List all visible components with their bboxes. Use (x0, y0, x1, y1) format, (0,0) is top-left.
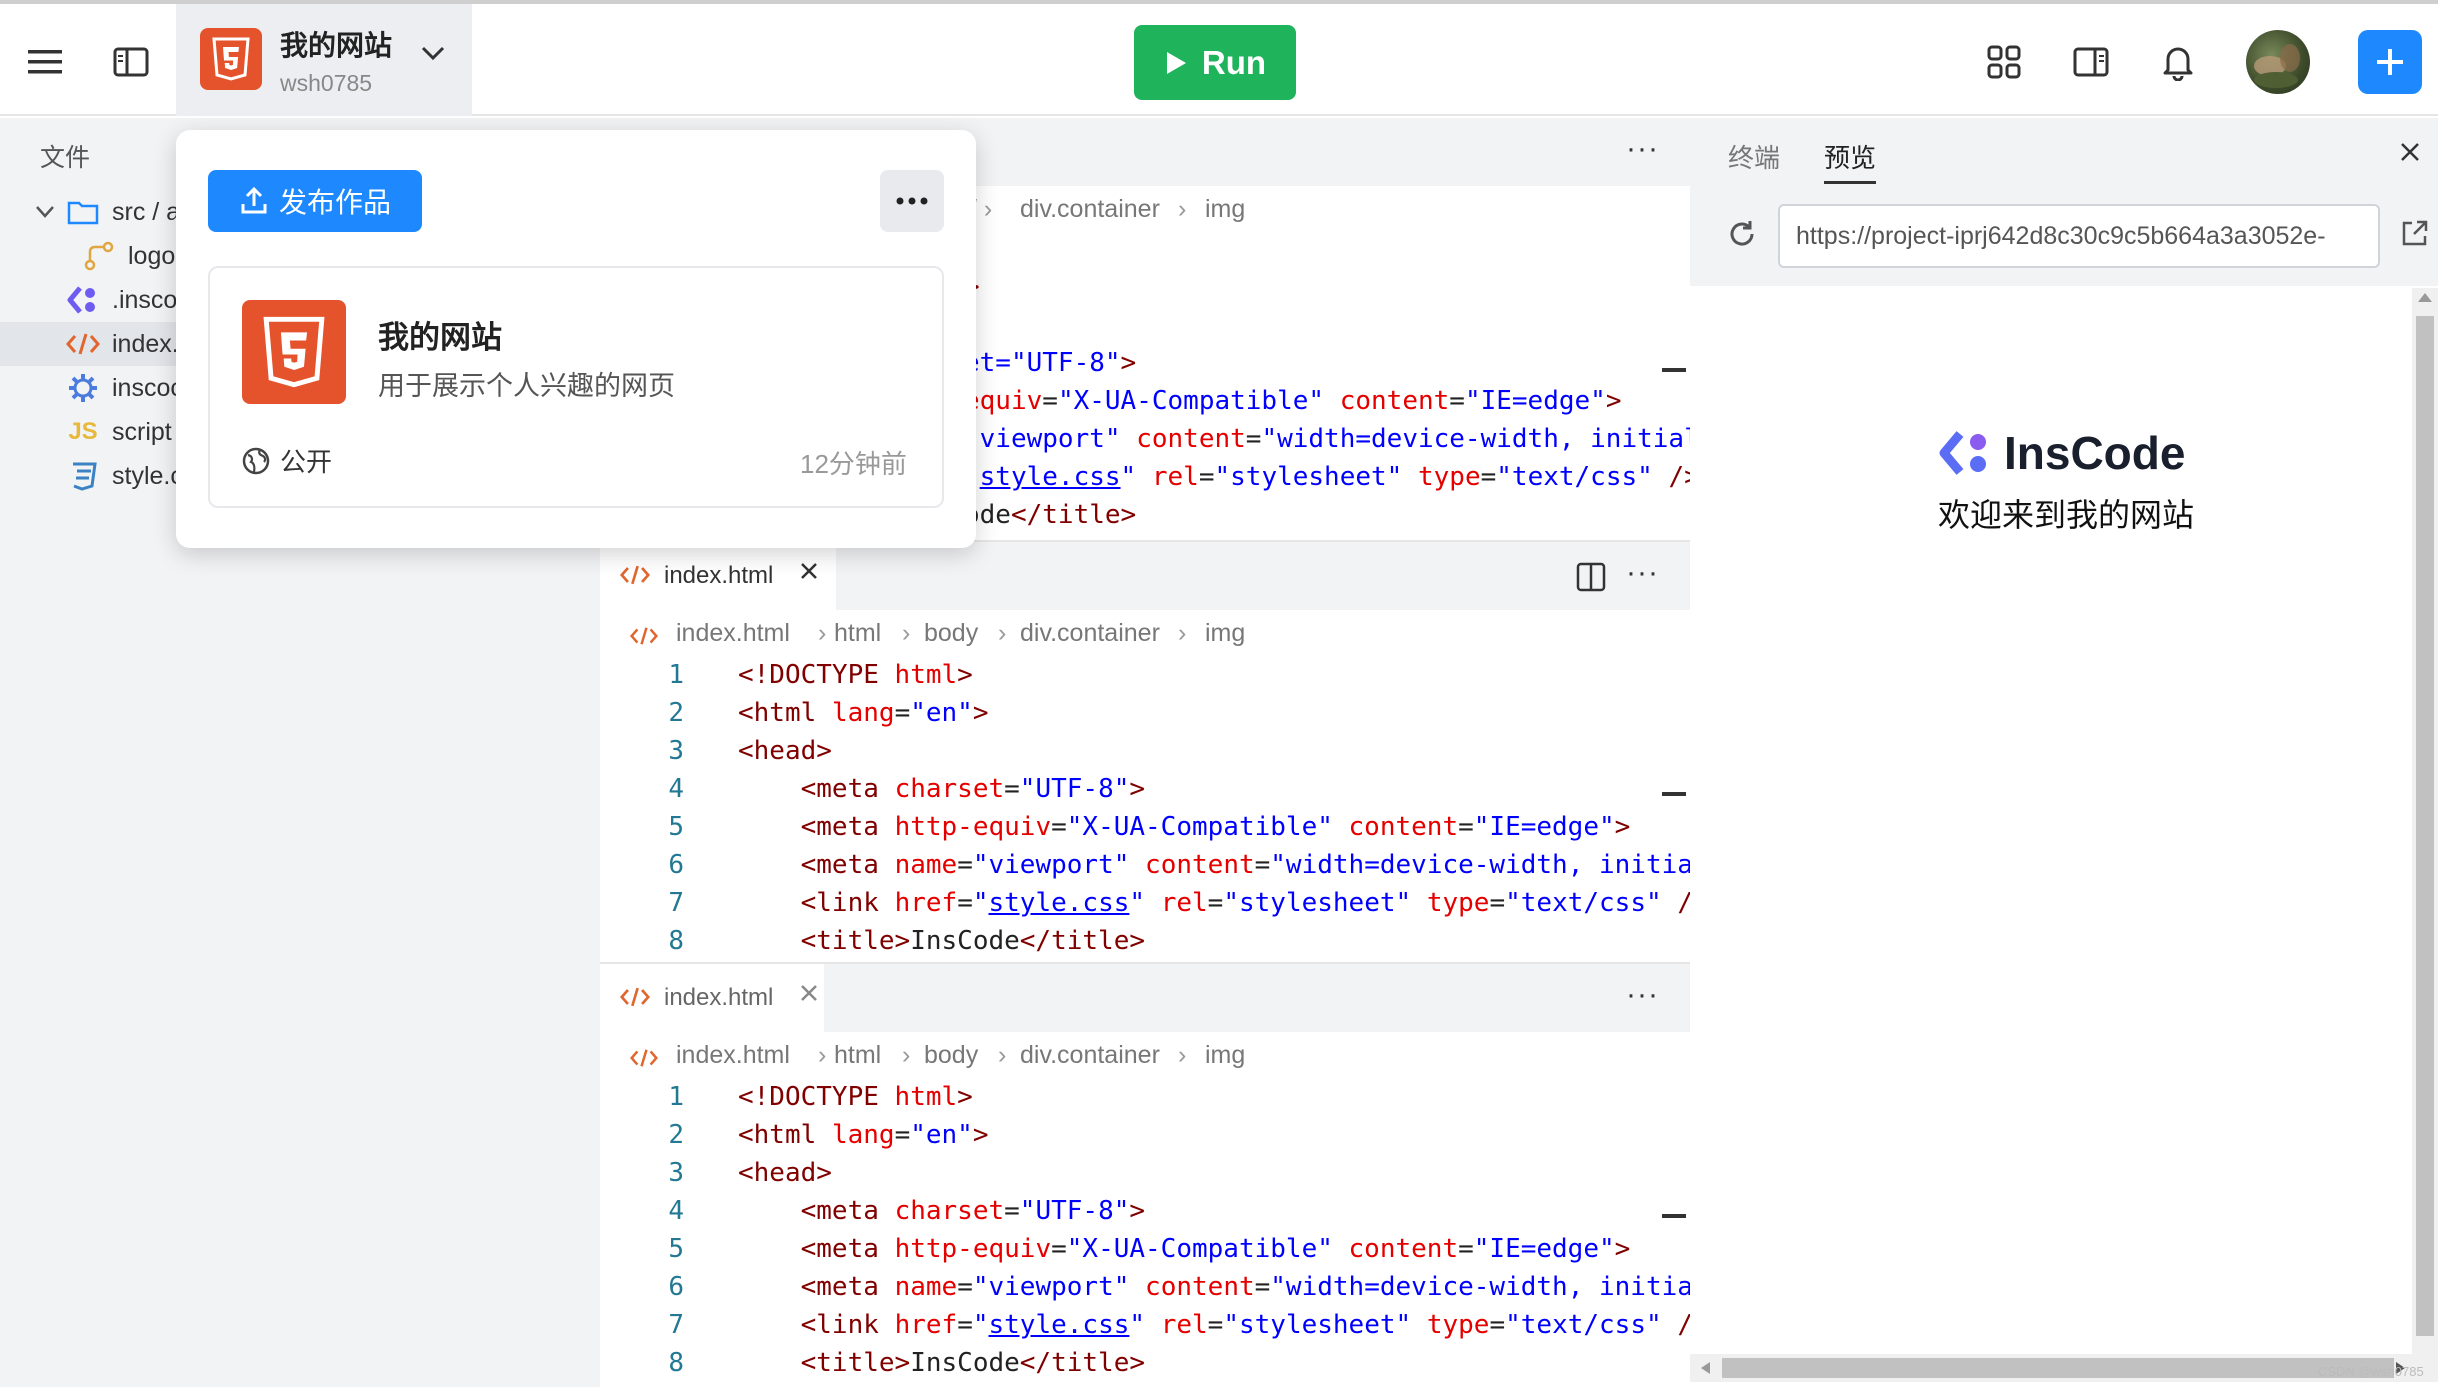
close-icon[interactable] (2398, 140, 2422, 169)
more-actions-icon[interactable]: ··· (1626, 978, 1659, 1012)
split-editor-icon[interactable] (1576, 562, 1606, 597)
hamburger-menu-icon[interactable] (22, 24, 68, 100)
more-dots-icon (896, 197, 928, 205)
git-branch-icon (82, 239, 116, 273)
card-description: 用于展示个人兴趣的网页 (378, 371, 675, 401)
sidebar-toggle-icon[interactable] (108, 24, 154, 100)
publish-button[interactable]: 发布作品 (208, 170, 422, 232)
code-area[interactable]: 1 <!DOCTYPE html> 2 <html lang="en"> 3 <hea… (600, 1078, 1690, 1387)
bell-icon[interactable] (2154, 34, 2202, 90)
html5-logo-icon (200, 28, 262, 90)
minimap-marker (1662, 792, 1686, 796)
js-icon: JS (68, 418, 98, 445)
minimap-marker (1662, 368, 1686, 372)
panel-toggle-icon[interactable] (2066, 36, 2116, 88)
preview-viewport: InsCode 欢迎来到我的网站 (1690, 288, 2412, 1360)
explorer-title: 文件 (40, 144, 91, 172)
inscode-logo-icon (1939, 431, 1986, 475)
visibility-status: 公开 (242, 442, 332, 479)
scrollbar-thumb[interactable] (1722, 1358, 2394, 1378)
chevron-down-icon (420, 44, 446, 67)
more-options-button[interactable] (880, 170, 944, 232)
updated-time: 12分钟前 (800, 449, 907, 479)
editor-tabbar: index.html ··· (600, 542, 1690, 610)
globe-icon (242, 447, 270, 474)
plus-icon (2377, 49, 2403, 75)
css-icon (66, 459, 100, 493)
play-icon (1166, 51, 1186, 74)
project-owner: wsh0785 (280, 70, 373, 96)
html-code-icon (620, 564, 650, 593)
url-input[interactable]: https://project-iprj642d8c30c9c5b664a3a3… (1778, 204, 2380, 268)
run-label: Run (1201, 43, 1267, 81)
scrollbar-thumb[interactable] (2416, 316, 2434, 1336)
watermark: CSDN @wsh0785 (2318, 1364, 2424, 1379)
scroll-up-icon[interactable] (2416, 290, 2434, 308)
breadcrumb: index.html › html › body › div.container… (600, 610, 1690, 656)
preview-panel: 终端 预览 https://project-iprj642d8c30c9c5b6… (1690, 118, 2438, 1387)
more-actions-icon[interactable]: ··· (1626, 556, 1659, 590)
project-card[interactable]: 我的网站 用于展示个人兴趣的网页 公开 12分钟前 (208, 266, 944, 508)
tab-preview[interactable]: 预览 (1824, 138, 1877, 184)
tab-index-html[interactable]: index.html (600, 542, 836, 610)
close-icon[interactable] (798, 560, 820, 589)
gear-icon (66, 371, 100, 405)
project-switcher[interactable]: 我的网站 wsh0785 (176, 4, 472, 116)
tab-terminal[interactable]: 终端 (1728, 138, 1780, 175)
html-code-icon (620, 986, 650, 1015)
inscode-icon (66, 283, 100, 317)
html5-logo-icon (242, 300, 346, 404)
breadcrumb: index.html › html › body › div.container… (600, 1032, 1690, 1078)
avatar[interactable] (2246, 30, 2310, 94)
html-code-icon (66, 327, 100, 361)
editor-tabbar: index.html ··· (600, 964, 1690, 1032)
run-button[interactable]: Run (1134, 25, 1296, 100)
html-code-icon (630, 1046, 658, 1075)
folder-icon (66, 195, 100, 229)
html-code-icon (630, 624, 658, 653)
project-popover: 发布作品 我的网站 用于展示个人兴趣的网页 公开 12分钟前 (176, 130, 976, 548)
open-external-icon[interactable] (2400, 218, 2430, 253)
code-area[interactable]: 1 <!DOCTYPE html> 2 <html lang="en"> 3 <hea… (600, 656, 1690, 962)
editor-pane-2: index.html ··· index.html › html › body … (600, 540, 1690, 962)
editor-pane-3: index.html ··· index.html › html › body … (600, 962, 1690, 1387)
preview-tabbar: 终端 预览 (1690, 118, 2438, 186)
minimap-marker (1662, 1214, 1686, 1218)
close-icon[interactable] (798, 982, 820, 1011)
chevron-down-icon (34, 198, 56, 227)
scroll-left-icon[interactable] (1698, 1360, 1712, 1381)
card-title: 我的网站 (378, 320, 502, 355)
brand-name: InsCode (2004, 427, 2186, 479)
upload-icon (241, 186, 267, 214)
refresh-icon[interactable] (1726, 218, 1758, 255)
add-new-button[interactable] (2358, 30, 2422, 94)
vertical-scrollbar[interactable] (2412, 288, 2438, 1354)
welcome-text: 欢迎来到我的网站 (1938, 497, 2195, 533)
more-actions-icon[interactable]: ··· (1626, 132, 1659, 166)
tab-index-html[interactable]: index.html (600, 964, 824, 1032)
grid-apps-icon[interactable] (1980, 36, 2028, 88)
inscode-brand: InsCode (1938, 426, 2185, 480)
project-name: 我的网站 (280, 30, 393, 61)
